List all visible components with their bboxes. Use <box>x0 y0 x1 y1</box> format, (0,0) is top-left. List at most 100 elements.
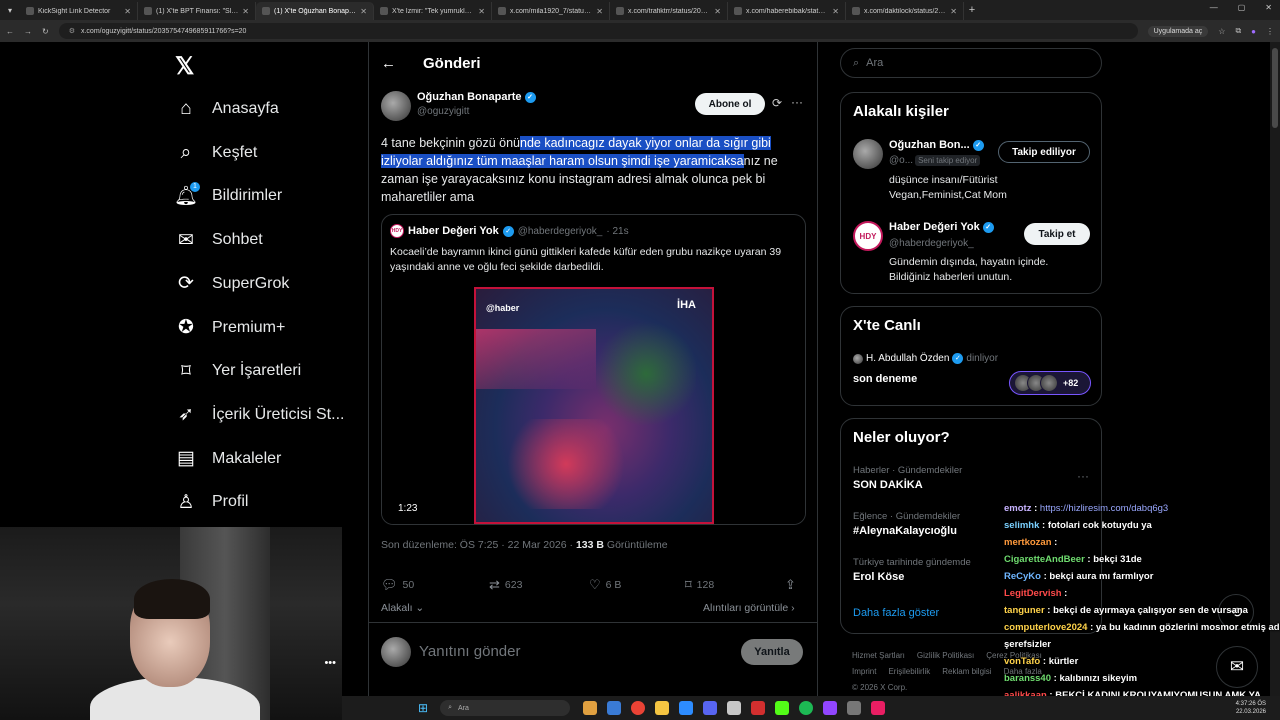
app-icon[interactable] <box>679 701 694 715</box>
trend-more-icon[interactable]: ··· <box>1077 469 1089 483</box>
video-player[interactable]: @haber İHA 1:23 <box>382 287 805 524</box>
chat-username[interactable]: emotz <box>1004 503 1031 514</box>
close-window-icon[interactable]: ✕ <box>1265 3 1272 12</box>
person-avatar[interactable]: HDY <box>853 221 883 251</box>
browser-tab[interactable]: x.com/haberebibak/status/203 ✕ <box>728 2 846 20</box>
chat-username[interactable]: ReCyKo <box>1004 571 1041 582</box>
chat-username[interactable]: CigaretteAndBeer <box>1004 554 1085 565</box>
nav-item-home[interactable]: ⌂ Anasayfa <box>172 89 278 129</box>
file-explorer-icon[interactable] <box>583 701 598 715</box>
edge-icon[interactable] <box>607 701 622 715</box>
profile-icon[interactable]: ● <box>1251 27 1256 36</box>
chat-username[interactable]: baranss40 <box>1004 673 1051 684</box>
author-avatar[interactable] <box>381 91 411 121</box>
extensions-icon[interactable]: ⧉ <box>1235 26 1241 36</box>
related-dropdown[interactable]: Alakalı ⌄ <box>381 602 424 614</box>
person-name[interactable]: Oğuzhan Bon... ✓ <box>889 139 984 151</box>
taskbar-search[interactable]: ⌕ Ara <box>440 700 571 716</box>
nav-item-article[interactable]: ▤ Makaleler <box>172 439 281 479</box>
live-panel[interactable]: X'te Canlı H. Abdullah Özden ✓ dinliyor … <box>840 306 1102 406</box>
url-field[interactable]: ⚙ x.com/oguzyigitt/status/20357547496859… <box>58 23 1138 39</box>
footer-link[interactable]: Hizmet Şartları <box>852 651 905 660</box>
repost-action[interactable]: ⇄ 623 <box>489 577 589 593</box>
trend-item[interactable]: Haberler · Gündemdekiler SON DAKİKA <box>853 465 962 491</box>
edited-label[interactable]: Son düzenleme: ÖS 7:25 · 22 Mar 2026 · <box>381 539 573 551</box>
my-avatar[interactable] <box>381 636 411 667</box>
trend-item[interactable]: Eğlence · Gündemdekiler #AleynaKalaycıoğ… <box>853 511 960 537</box>
chat-username[interactable]: LegitDervish <box>1004 588 1062 599</box>
person-avatar[interactable] <box>853 139 883 169</box>
quoted-post[interactable]: HDY Haber Değeri Yok ✓ @haberdegeriyok_ … <box>381 214 806 525</box>
quoted-post-time[interactable]: · 21s <box>606 226 628 237</box>
star-icon[interactable]: ☆ <box>1218 27 1225 36</box>
grok-icon[interactable]: ⟳ <box>772 96 782 110</box>
footer-link[interactable]: Erişilebilirlik <box>888 667 930 676</box>
kick-icon[interactable] <box>775 701 790 715</box>
close-tab-icon[interactable]: ✕ <box>478 7 485 16</box>
author-name[interactable]: Oğuzhan Bonaparte <box>417 91 522 103</box>
app-icon[interactable] <box>727 701 742 715</box>
nav-item-search[interactable]: ⌕ Keşfet <box>172 133 258 173</box>
reload-icon[interactable]: ↻ <box>42 27 49 36</box>
footer-link[interactable]: Imprint <box>852 667 876 676</box>
nav-item-verified[interactable]: ✪ Premium+ <box>172 308 285 348</box>
person-handle[interactable]: @haberdegeriyok_ <box>889 238 974 249</box>
post-author[interactable]: Oğuzhan Bonaparte ✓ @oguzyigitt <box>381 91 536 121</box>
more-options-icon[interactable]: ··· <box>791 95 803 109</box>
video-frame[interactable]: @haber İHA <box>474 287 714 524</box>
close-tab-icon[interactable]: ✕ <box>714 7 721 16</box>
chrome-icon[interactable] <box>631 701 646 715</box>
nav-item-person[interactable]: ♙ Profil <box>172 482 248 522</box>
person-card[interactable]: HDY <box>853 221 883 251</box>
back-nav-icon[interactable]: ← <box>6 27 14 36</box>
subscribe-button[interactable]: Abone ol <box>695 93 765 115</box>
follow-button[interactable]: Takip et <box>1024 223 1090 245</box>
search-input[interactable]: ⌕ Ara <box>840 48 1102 78</box>
close-tab-icon[interactable]: ✕ <box>596 7 603 16</box>
author-handle[interactable]: @oguzyigitt <box>417 106 536 117</box>
person-card[interactable] <box>853 139 883 169</box>
browser-tab[interactable]: x.com/trafiktrr/status/203606 ✕ <box>610 2 728 20</box>
quoted-author-name[interactable]: Haber Değeri Yok <box>408 225 499 237</box>
folder-icon[interactable] <box>655 701 670 715</box>
close-tab-icon[interactable]: ✕ <box>242 7 249 16</box>
nav-item-grok[interactable]: ⟳ SuperGrok <box>172 264 289 304</box>
tab-search-icon[interactable]: ▾ <box>0 0 20 20</box>
close-tab-icon[interactable]: ✕ <box>360 7 367 16</box>
reply-button[interactable]: Yanıtla <box>741 638 803 665</box>
show-more-link[interactable]: Daha fazla göster <box>853 607 939 619</box>
close-tab-icon[interactable]: ✕ <box>950 7 957 16</box>
site-info-icon[interactable]: ⚙ <box>69 27 75 35</box>
x-logo-icon[interactable]: 𝕏 <box>175 52 194 81</box>
chat-username[interactable]: vonTafo <box>1004 656 1040 667</box>
footer-link[interactable]: © 2026 X Corp. <box>852 683 907 692</box>
chat-text[interactable]: https://hizliresim.com/dabq6g3 <box>1040 503 1168 514</box>
browser-menu-icon[interactable]: ⋮ <box>1266 27 1274 36</box>
browser-tab[interactable]: (1) X'te BPT Finansı: "Slovenya ✕ <box>138 2 256 20</box>
browser-tab[interactable]: x.com/daktilock/status/20360 ✕ <box>846 2 964 20</box>
browser-tab[interactable]: x.com/mila1920_7/status/2037 ✕ <box>492 2 610 20</box>
spotify-icon[interactable] <box>799 701 814 715</box>
open-in-app-button[interactable]: Uygulamada aç <box>1147 25 1209 37</box>
nav-item-bell[interactable]: 🔔︎ 1 Bildirimler <box>172 176 282 216</box>
reply-action[interactable]: 💬︎ 50 <box>381 577 489 593</box>
chat-username[interactable]: mertkozan <box>1004 537 1052 548</box>
nav-item-mail[interactable]: ✉ Sohbet <box>172 220 263 260</box>
app-icon[interactable] <box>871 701 886 715</box>
scrollbar-thumb[interactable] <box>1272 48 1278 128</box>
windows-start-icon[interactable]: ⊞ <box>418 701 428 715</box>
nav-item-bookmark[interactable]: ⌑ Yer İşaretleri <box>172 351 301 391</box>
browser-tab[interactable]: (1) X'te Oğuzhan Bonaparte: "4 ✕ <box>256 2 374 20</box>
minimize-icon[interactable]: — <box>1210 3 1218 12</box>
app-icon[interactable] <box>847 701 862 715</box>
quoted-author-handle[interactable]: @haberdegeriyok_ <box>518 226 603 237</box>
forward-nav-icon[interactable]: → <box>24 27 32 36</box>
listeners-badge[interactable]: +82 <box>1009 371 1091 395</box>
browser-tab[interactable]: X'te İzmir: "Tek yumrukla nakav✕ <box>374 2 492 20</box>
close-tab-icon[interactable]: ✕ <box>124 7 131 16</box>
taskbar-clock[interactable]: 4:37:26 ÖS 22.03.2026 <box>1236 700 1266 716</box>
like-action[interactable]: ♡ 6 B <box>589 577 685 593</box>
person-handle[interactable]: @o... Seni takip ediyor <box>889 155 981 166</box>
quoted-avatar[interactable]: HDY <box>390 224 404 238</box>
chat-username[interactable]: selimhk <box>1004 520 1039 531</box>
